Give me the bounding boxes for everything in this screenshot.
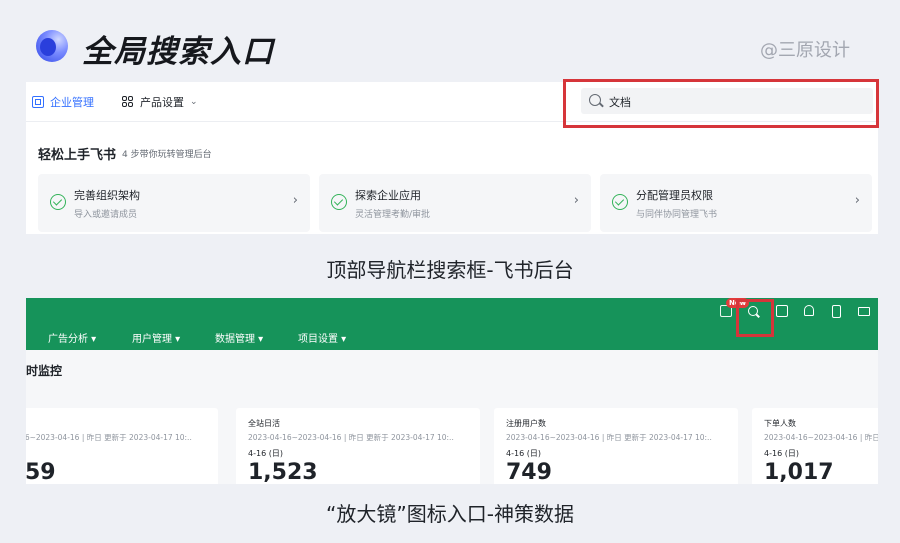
stat-day: 4-16 (日) <box>764 449 799 458</box>
caption-feishu: 顶部导航栏搜索框-飞书后台 <box>326 258 574 282</box>
nav-item-user-management[interactable]: 用户管理 ▾ <box>132 330 180 345</box>
stat-value: 1,659 <box>26 460 56 484</box>
onboarding-card[interactable]: 探索企业应用 灵活管理考勤/审批 › <box>319 174 591 232</box>
product-icon <box>122 96 134 108</box>
chevron-right-icon: › <box>854 193 860 208</box>
onboarding-card[interactable]: 分配管理员权限 与同伴协同管理飞书 › <box>600 174 872 232</box>
stat-label: 下单人数 <box>764 419 796 428</box>
nav-label: 企业管理 <box>50 96 94 109</box>
stat-date: 2023-04-16~2023-04-16 | 昨日 更新于 2023-04-1… <box>248 433 454 442</box>
card-desc: 导入或邀请成员 <box>74 210 138 220</box>
monitor-icon[interactable] <box>858 307 870 316</box>
section-heading: 实时监控 <box>26 364 63 378</box>
onboarding-subtitle: 4 步带你玩转管理后台 <box>122 150 212 160</box>
check-circle-icon <box>612 194 628 210</box>
stat-value: 1,523 <box>248 460 318 484</box>
highlight-box <box>736 299 774 337</box>
header: 全局搜索入口 @三原设计 <box>0 0 900 82</box>
highlight-box <box>563 79 879 128</box>
nav-item-product-settings[interactable]: 产品设置 ⌄ <box>122 94 198 110</box>
chevron-right-icon: › <box>292 193 298 208</box>
stat-day: 4-16 (日) <box>506 449 541 458</box>
nav-label: 项目设置 <box>298 334 338 345</box>
stat-label: 全站日活 <box>248 419 280 428</box>
nav-item-enterprise[interactable]: 企业管理 <box>32 94 94 110</box>
nav-label: 数据管理 <box>215 334 255 345</box>
stat-date: 2023-04-16~2023-04-16 | 昨日 更新于 2023-04-1… <box>26 433 192 442</box>
stat-label: 注册用户数 <box>506 419 546 428</box>
help-icon[interactable] <box>776 305 788 317</box>
stat-date: 2023-04-16~2023-04-16 | 昨日 <box>764 433 878 442</box>
nav-label: 产品设置 <box>140 96 184 109</box>
stat-value: 749 <box>506 460 552 484</box>
card-title: 探索企业应用 <box>355 189 421 202</box>
page-title: 全局搜索入口 <box>82 34 274 70</box>
card-desc: 灵活管理考勤/审批 <box>355 210 431 220</box>
check-circle-icon <box>50 194 66 210</box>
stat-card[interactable]: 2023-04-16~2023-04-16 | 昨日 更新于 2023-04-1… <box>26 408 218 484</box>
stat-card[interactable]: 全站日活 2023-04-16~2023-04-16 | 昨日 更新于 2023… <box>236 408 480 484</box>
nav-item-data-management[interactable]: 数据管理 ▾ <box>215 330 263 345</box>
chevron-right-icon: › <box>573 193 579 208</box>
onboarding-title: 轻松上手飞书 <box>38 148 117 163</box>
nav-label: 用户管理 <box>132 334 172 345</box>
card-title: 分配管理员权限 <box>636 189 713 202</box>
stat-card[interactable]: 注册用户数 2023-04-16~2023-04-16 | 昨日 更新于 202… <box>494 408 738 484</box>
author-credit: @三原设计 <box>760 40 850 61</box>
logo-icon <box>36 30 68 62</box>
mobile-icon[interactable] <box>832 305 841 318</box>
stat-value: 1,017 <box>764 460 834 484</box>
onboarding-card[interactable]: 完善组织架构 导入或邀请成员 › <box>38 174 310 232</box>
card-desc: 与同伴协同管理飞书 <box>636 210 718 220</box>
nav-item-project-settings[interactable]: 项目设置 ▾ <box>298 330 346 345</box>
nav-item-ad-analysis[interactable]: 广告分析 ▾ <box>48 330 96 345</box>
check-circle-icon <box>331 194 347 210</box>
bell-icon[interactable] <box>804 305 814 316</box>
stat-day: 4-16 (日) <box>248 449 283 458</box>
nav-label: 广告分析 <box>48 334 88 345</box>
card-title: 完善组织架构 <box>74 189 140 202</box>
building-icon <box>32 96 44 108</box>
stat-date: 2023-04-16~2023-04-16 | 昨日 更新于 2023-04-1… <box>506 433 712 442</box>
caption-sensors: “放大镜”图标入口-神策数据 <box>326 502 574 526</box>
stat-card[interactable]: 下单人数 2023-04-16~2023-04-16 | 昨日 4-16 (日)… <box>752 408 878 484</box>
chevron-down-icon: ⌄ <box>190 97 198 107</box>
